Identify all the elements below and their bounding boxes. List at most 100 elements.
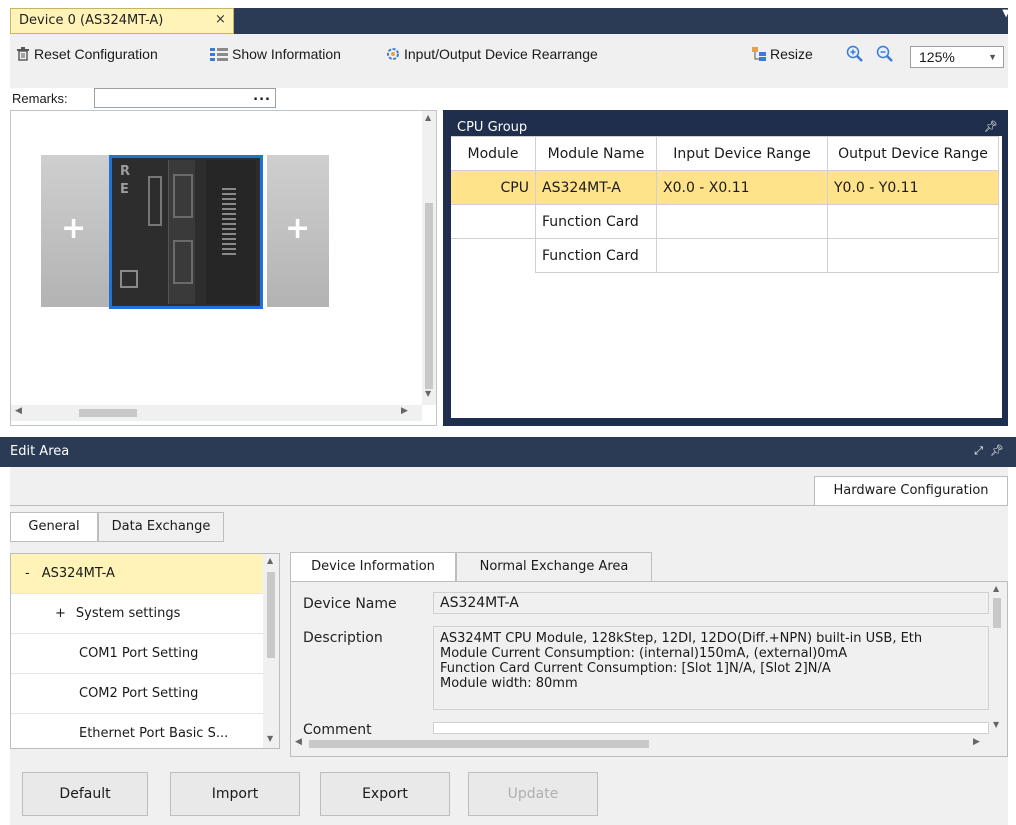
maximize-pin-icon[interactable]: ⤢ 📌︎ — [974, 444, 1004, 458]
reset-configuration-button[interactable]: Reset Configuration — [16, 45, 158, 63]
detail-horizontal-scrollbar[interactable]: ◀ ▶ — [291, 734, 989, 754]
preview-vertical-scrollbar[interactable]: ▲ ▼ — [422, 111, 436, 405]
device-detail-panel: Device Information Normal Exchange Area … — [290, 552, 1008, 757]
remarks-browse-button[interactable]: ... — [253, 89, 271, 104]
zoom-out-icon[interactable] — [876, 45, 894, 67]
description-line: Module width: 80mm — [440, 676, 578, 691]
zoom-level-value: 125% — [919, 49, 955, 65]
add-module-icon: + — [285, 211, 311, 246]
tab-list-dropdown-icon[interactable]: ▼ — [1002, 8, 1010, 19]
comment-label: Comment — [303, 722, 372, 734]
cpu-group-table: Module Module Name Input Device Range Ou… — [451, 136, 999, 273]
table-row[interactable]: CPU AS324MT-A X0.0 - X0.11 Y0.0 - Y0.11 — [451, 170, 999, 205]
add-module-icon: + — [61, 211, 87, 246]
zoom-level-select[interactable]: 125% ▼ — [910, 46, 1004, 68]
settings-tree: - AS324MT-A + System settings COM1 Port Se… — [10, 553, 280, 749]
cpu-module-image[interactable]: R E — [109, 155, 263, 309]
scroll-thumb[interactable] — [79, 409, 137, 417]
tree-item-com2-port-setting[interactable]: COM2 Port Setting — [11, 674, 263, 714]
module-connector — [206, 160, 256, 304]
description-line: AS324MT CPU Module, 128kStep, 12DI, 12DO… — [440, 631, 923, 646]
tree-item-com1-port-setting[interactable]: COM1 Port Setting — [11, 634, 263, 674]
cell-output-range: Y0.0 - Y0.11 — [827, 170, 999, 205]
tab-normal-exchange-area[interactable]: Normal Exchange Area — [456, 552, 652, 582]
edit-area-title-bar: Edit Area ⤢ 📌︎ — [0, 437, 1016, 467]
scroll-thumb[interactable] — [425, 203, 433, 389]
dropdown-arrow-icon: ▼ — [988, 52, 997, 62]
tree-item-label: COM1 Port Setting — [79, 646, 199, 661]
cell-input-range — [656, 204, 828, 239]
tree-vertical-scrollbar[interactable]: ▲ ▼ — [263, 554, 279, 748]
import-button[interactable]: Import — [170, 772, 300, 816]
cell-module-name: AS324MT-A — [535, 170, 657, 205]
comment-field[interactable] — [433, 722, 989, 734]
show-information-button[interactable]: Show Information — [210, 45, 341, 63]
tab-general[interactable]: General — [10, 512, 98, 542]
io-device-rearrange-button[interactable]: Input/Output Device Rearrange — [386, 45, 598, 63]
tree-item-label: System settings — [75, 606, 181, 621]
collapse-icon[interactable]: - — [25, 566, 30, 581]
add-right-module-slot[interactable]: + — [267, 155, 329, 307]
rearrange-gear-icon — [386, 47, 400, 61]
add-left-module-slot[interactable]: + — [41, 155, 109, 307]
module-run-led-label: R — [120, 164, 131, 179]
table-row[interactable]: Function Card — [451, 238, 999, 273]
cell-module — [451, 204, 536, 239]
tab-hardware-configuration[interactable]: Hardware Configuration — [814, 476, 1008, 506]
default-button[interactable]: Default — [22, 772, 148, 816]
document-tab-title: Device 0 (AS324MT-A) — [19, 13, 164, 28]
cpu-group-table-area: Module Module Name Input Device Range Ou… — [451, 136, 1002, 418]
detail-vertical-scrollbar[interactable]: ▲ ▼ — [989, 582, 1005, 734]
zoom-in-icon[interactable] — [846, 45, 864, 67]
export-button[interactable]: Export — [320, 772, 450, 816]
device-name-field[interactable]: AS324MT-A — [433, 592, 989, 614]
module-preview-panel: + + R E ▲ ▼ ◀ ▶ — [10, 110, 437, 426]
scroll-thumb[interactable] — [267, 572, 275, 658]
column-header-module-name[interactable]: Module Name — [535, 136, 657, 171]
cell-module: CPU — [451, 170, 536, 205]
usb-port-icon — [120, 270, 138, 288]
cell-input-range — [656, 238, 828, 273]
cpu-group-panel: CPU Group 📌︎ Module Module Name Input De… — [443, 110, 1008, 426]
module-slot-decoration — [148, 176, 162, 226]
close-tab-icon[interactable]: × — [215, 12, 226, 27]
table-row[interactable]: Function Card — [451, 204, 999, 239]
description-line: Module Current Consumption: (internal)15… — [440, 646, 848, 661]
device-name-label: Device Name — [303, 596, 397, 612]
update-button[interactable]: Update — [468, 772, 598, 816]
pin-icon[interactable]: 📌︎ — [984, 120, 998, 133]
tree-item-label: AS324MT-A — [41, 566, 115, 581]
remarks-label: Remarks: — [12, 91, 68, 106]
edit-area-title: Edit Area — [10, 444, 70, 459]
cell-output-range — [827, 204, 999, 239]
reset-configuration-label: Reset Configuration — [34, 46, 158, 62]
toolbar: Reset Configuration Show Information Inp… — [10, 34, 1008, 88]
cell-input-range: X0.0 - X0.11 — [656, 170, 828, 205]
document-tab[interactable]: Device 0 (AS324MT-A) × — [10, 8, 234, 34]
expand-icon[interactable]: + — [55, 606, 66, 621]
scroll-thumb[interactable] — [993, 598, 1001, 628]
tree-item-ethernet-port-basic[interactable]: Ethernet Port Basic S... — [11, 714, 263, 754]
remarks-input[interactable]: ... — [94, 88, 276, 108]
column-header-input-device-range[interactable]: Input Device Range — [656, 136, 828, 171]
description-text[interactable]: AS324MT CPU Module, 128kStep, 12DI, 12DO… — [433, 626, 989, 710]
description-line: Function Card Current Consumption: [Slot… — [440, 661, 831, 676]
preview-horizontal-scrollbar[interactable]: ◀ ▶ — [11, 405, 422, 421]
io-device-rearrange-label: Input/Output Device Rearrange — [404, 46, 598, 62]
column-header-output-device-range[interactable]: Output Device Range — [827, 136, 999, 171]
show-information-label: Show Information — [232, 46, 341, 62]
tree-item-system-settings[interactable]: + System settings — [11, 594, 263, 634]
tab-data-exchange[interactable]: Data Exchange — [98, 512, 224, 542]
trash-can-icon — [16, 47, 30, 61]
description-label: Description — [303, 630, 383, 646]
cell-module-name: Function Card — [535, 204, 657, 239]
scroll-thumb[interactable] — [309, 740, 649, 748]
device-information-content: Device Name AS324MT-A Description AS324M… — [290, 581, 1008, 757]
tab-device-information[interactable]: Device Information — [290, 552, 456, 582]
cell-output-range — [827, 238, 999, 273]
tree-item-as324mt-a[interactable]: - AS324MT-A — [11, 554, 263, 594]
resize-button[interactable]: Resize — [752, 45, 813, 63]
resize-label: Resize — [770, 46, 813, 62]
resize-icon — [752, 47, 766, 61]
column-header-module[interactable]: Module — [451, 136, 536, 171]
